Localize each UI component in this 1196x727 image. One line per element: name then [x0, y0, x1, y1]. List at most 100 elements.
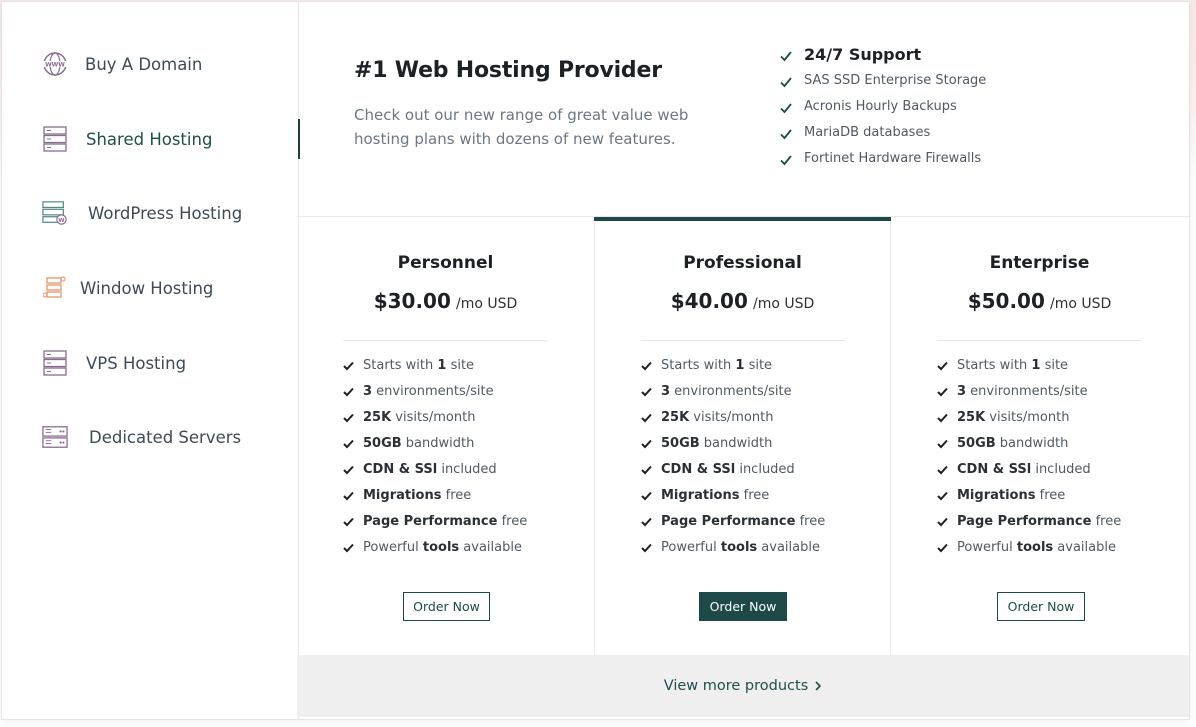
order-now-button[interactable]: Order Now: [403, 592, 490, 621]
sidebar-item-shared-hosting[interactable]: Shared Hosting: [2, 119, 300, 159]
price-amount: $30.00: [373, 289, 451, 313]
feature-post: environments/site: [372, 384, 494, 399]
check-icon: [641, 439, 652, 449]
check-icon: [937, 543, 948, 553]
feature-post: site: [446, 358, 475, 373]
plan-feature-item: CDN & SSl included: [937, 459, 1121, 485]
check-icon: [937, 491, 948, 501]
feature-post: visits/month: [985, 410, 1070, 425]
sidebar-item-dedicated-servers[interactable]: Dedicated Servers: [2, 417, 299, 457]
sidebar-item-label: Buy A Domain: [85, 54, 203, 74]
plan-price: $30.00 /mo USD: [297, 289, 594, 313]
sidebar-item-buy-domain[interactable]: WWW Buy A Domain: [2, 44, 299, 84]
feature-highlight: 3: [363, 384, 373, 399]
feature-highlight: CDN & SSl: [957, 462, 1032, 477]
sidebar-item-wordpress-hosting[interactable]: W WordPress Hosting: [2, 193, 299, 233]
plan-feature-item: Starts with 1 site: [343, 355, 527, 381]
check-icon: [343, 361, 354, 371]
check-icon: [937, 439, 948, 449]
feature-post: free: [739, 488, 770, 503]
sidebar-item-vps-hosting[interactable]: VPS Hosting: [2, 343, 299, 383]
feature-post: included: [437, 462, 497, 477]
plan-card-enterprise: Enterprise $50.00 /mo USD Starts with 1 …: [891, 217, 1188, 655]
check-icon: [780, 103, 792, 114]
plan-price: $50.00 /mo USD: [891, 289, 1188, 313]
check-icon: [641, 361, 652, 371]
order-now-button[interactable]: Order Now: [997, 592, 1085, 621]
sidebar-item-window-hosting[interactable]: Window Hosting: [2, 268, 299, 308]
feature-pre: Starts with: [661, 358, 736, 373]
plan-feature-item: Migrations free: [937, 485, 1121, 511]
plan-feature-item: 50GB bandwidth: [641, 433, 825, 459]
plan-feature-item: Page Performance free: [641, 511, 825, 537]
price-period: /mo USD: [1049, 296, 1112, 312]
plan-feature-item: 3 environments/site: [343, 381, 527, 407]
view-more-products-link[interactable]: View more products: [664, 678, 823, 694]
check-icon: [780, 129, 792, 140]
sidebar-item-label: Shared Hosting: [86, 129, 213, 149]
sidebar: WWW Buy A Domain Shared Hosting W WordPr…: [2, 2, 300, 719]
plan-feature-item: 25K visits/month: [343, 407, 527, 433]
sidebar-item-label: VPS Hosting: [86, 353, 187, 373]
svg-text:WWW: WWW: [45, 62, 65, 69]
check-icon: [641, 491, 652, 501]
plan-feature-item: 25K visits/month: [641, 407, 825, 433]
price-period: /mo USD: [455, 296, 518, 312]
plan-feature-item: Page Performance free: [343, 511, 527, 537]
check-icon: [937, 387, 948, 397]
feature-highlight: 25K: [661, 410, 690, 425]
check-icon: [641, 517, 652, 527]
plan-feature-item: Migrations free: [343, 485, 527, 511]
plan-feature-item: Powerful tools available: [343, 537, 527, 563]
feature-post: bandwidth: [995, 436, 1069, 451]
feature-pre: Starts with: [957, 358, 1032, 373]
order-now-button[interactable]: Order Now: [699, 592, 787, 621]
feature-post: bandwidth: [699, 436, 773, 451]
feature-post: available: [757, 540, 820, 555]
plan-feature-list: Starts with 1 site 3 environments/site 25K…: [641, 355, 825, 563]
check-icon: [343, 387, 354, 397]
plan-card-personnel: Personnel $30.00 /mo USD Starts with 1 s…: [297, 217, 594, 655]
plan-feature-item: 3 environments/site: [641, 381, 825, 407]
feature-post: visits/month: [391, 410, 476, 425]
feature-pre: Powerful: [363, 540, 423, 555]
sidebar-item-label: WordPress Hosting: [88, 203, 243, 223]
check-icon: [780, 51, 792, 62]
plan-name: Personnel: [397, 253, 494, 273]
feature-post: free: [1091, 514, 1122, 529]
plan-feature-item: 50GB bandwidth: [343, 433, 527, 459]
server-icon: [42, 126, 68, 152]
feature-item: MariaDB databases: [778, 120, 986, 146]
svg-text:W: W: [58, 218, 64, 224]
feature-highlight: tools: [720, 540, 758, 555]
feature-post: free: [497, 514, 528, 529]
plan-price: $40.00 /mo USD: [595, 289, 890, 313]
footer-bar: View more products: [297, 655, 1189, 717]
feature-item: SAS SSD Enterprise Storage: [778, 68, 986, 94]
feature-highlight: Page Performance: [661, 514, 796, 529]
feature-highlight: 50GB: [957, 436, 996, 451]
plan-name: Enterprise: [989, 253, 1090, 273]
plan-feature-item: Powerful tools available: [937, 537, 1121, 563]
price-amount: $50.00: [967, 289, 1045, 313]
feature-post: visits/month: [689, 410, 774, 425]
feature-highlight: Migrations: [363, 488, 442, 503]
check-icon: [641, 413, 652, 423]
feature-post: site: [1040, 358, 1069, 373]
plan-name: Professional: [683, 253, 802, 273]
view-more-label: View more products: [663, 678, 809, 694]
feature-post: available: [459, 540, 522, 555]
feature-highlight: Page Performance: [957, 514, 1092, 529]
feature-post: included: [1031, 462, 1091, 477]
feature-highlight: 3: [661, 384, 671, 399]
check-icon: [641, 465, 652, 475]
feature-post: bandwidth: [401, 436, 475, 451]
feature-highlight: 25K: [363, 410, 392, 425]
check-icon: [937, 517, 948, 527]
price-period: /mo USD: [752, 296, 815, 312]
check-icon: [343, 543, 354, 553]
sidebar-item-label: Window Hosting: [80, 278, 214, 298]
plan-feature-item: CDN & SSl included: [343, 459, 527, 485]
check-icon: [641, 387, 652, 397]
globe-www-icon: WWW: [42, 51, 68, 77]
